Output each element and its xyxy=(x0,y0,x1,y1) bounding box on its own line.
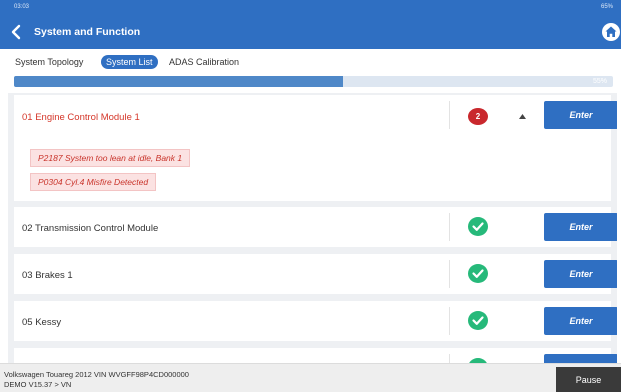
vehicle-info: Volkswagen Touareg 2012 VIN WVGFF98P4CD0… xyxy=(4,370,189,390)
pause-button[interactable]: Pause xyxy=(556,367,621,392)
system-row-brakes[interactable]: 03 Brakes 1 Enter xyxy=(14,254,617,294)
tab-system-topology[interactable]: System Topology xyxy=(15,55,83,69)
enter-button[interactable] xyxy=(544,354,617,363)
status-ok-icon xyxy=(468,217,488,236)
system-row-kessy[interactable]: 05 Kessy Enter xyxy=(14,301,617,341)
back-button[interactable] xyxy=(8,23,24,41)
vehicle-description: Volkswagen Touareg 2012 VIN WVGFF98P4CD0… xyxy=(4,370,189,379)
software-version: DEMO V15.37 > VN xyxy=(4,380,72,389)
progress-label: 55% xyxy=(592,78,607,85)
system-row-partial[interactable] xyxy=(14,348,617,363)
enter-button[interactable]: Enter xyxy=(544,307,617,335)
divider xyxy=(449,307,450,335)
status-bar: 03:03 65% xyxy=(0,0,621,14)
enter-button[interactable]: Enter xyxy=(544,213,617,241)
dtc-item: P2187 System too lean at idle, Bank 1 xyxy=(30,149,191,167)
tab-adas-calibration[interactable]: ADAS Calibration xyxy=(169,55,239,69)
system-list: 01 Engine Control Module 1 2 Enter P2187… xyxy=(8,93,617,363)
divider xyxy=(449,260,450,288)
system-row-engine[interactable]: 01 Engine Control Module 1 2 Enter P2187… xyxy=(14,95,617,201)
system-name: 05 Kessy xyxy=(22,317,62,328)
dtc-item: P0304 Cyl.4 Misfire Detected xyxy=(30,173,157,191)
fault-count-badge: 2 xyxy=(468,108,488,125)
status-ok-icon xyxy=(468,264,488,283)
status-ok-icon xyxy=(468,311,488,330)
bottom-bar: Volkswagen Touareg 2012 VIN WVGFF98P4CD0… xyxy=(0,363,621,392)
system-row-transmission[interactable]: 02 Transmission Control Module Enter xyxy=(14,207,617,247)
system-name: 01 Engine Control Module 1 xyxy=(22,112,140,123)
title-bar: System and Function xyxy=(0,14,621,49)
chevron-left-icon xyxy=(11,24,21,40)
divider xyxy=(449,101,450,129)
divider xyxy=(449,213,450,241)
page-title: System and Function xyxy=(34,26,141,38)
enter-button[interactable]: Enter xyxy=(544,101,617,129)
home-icon xyxy=(605,26,617,37)
status-time: 03:03 xyxy=(14,4,30,10)
home-button[interactable] xyxy=(602,23,620,41)
progress-fill xyxy=(14,76,344,87)
battery-indicator: 65% xyxy=(600,4,613,10)
enter-button[interactable]: Enter xyxy=(544,260,617,288)
tab-system-list[interactable]: System List xyxy=(101,55,158,69)
collapse-arrow-icon[interactable] xyxy=(518,112,527,121)
scan-progress-bar: 55% xyxy=(14,76,613,87)
divider xyxy=(449,354,450,363)
system-name: 02 Transmission Control Module xyxy=(22,223,159,234)
system-name: 03 Brakes 1 xyxy=(22,270,73,281)
tab-bar: System Topology System List ADAS Calibra… xyxy=(0,49,621,74)
